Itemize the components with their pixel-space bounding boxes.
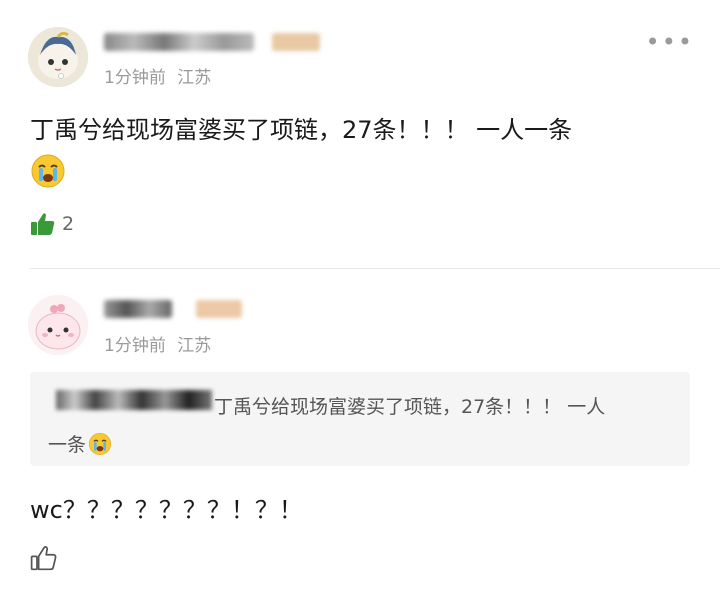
post-location: 江苏 — [177, 336, 212, 356]
thumbs-up-filled-icon — [31, 213, 55, 235]
post-text: wc？？？？？？？！？！ — [30, 496, 303, 524]
post-meta: 1分钟前 江苏 — [104, 63, 211, 88]
user-badge — [196, 300, 242, 318]
user-avatar[interactable] — [28, 27, 88, 87]
quoted-text-line-2: 一条 — [48, 430, 112, 457]
username-blurred[interactable] — [104, 33, 254, 51]
user-badge — [272, 33, 320, 51]
post-location: 江苏 — [177, 68, 212, 88]
like-button[interactable]: 2 — [30, 211, 74, 237]
thumbs-up-outline-icon — [30, 546, 57, 571]
like-count: 2 — [62, 213, 75, 235]
crying-emoji — [30, 153, 66, 193]
quoted-comment[interactable]: 丁禹兮给现场富婆买了项链，27条！！！ 一人 一条 — [30, 372, 690, 466]
post-time: 1分钟前 — [104, 336, 166, 356]
crying-emoji — [89, 432, 112, 455]
quoted-text-line-2-text: 一条 — [48, 434, 87, 456]
post-divider — [30, 268, 720, 269]
post-text: 丁禹兮给现场富婆买了项链，27条！！！ 一人一条 — [30, 116, 573, 144]
post-time: 1分钟前 — [104, 68, 166, 88]
user-avatar[interactable] — [28, 295, 88, 355]
comment-post-1: 1分钟前 江苏 ••• 丁禹兮给现场富婆买了项链，27条！！！ 一人一条 2 — [0, 0, 720, 268]
quoted-text-line-1: 丁禹兮给现场富婆买了项链，27条！！！ 一人 — [214, 396, 606, 418]
more-icon[interactable]: ••• — [646, 28, 694, 56]
like-button[interactable] — [30, 544, 58, 572]
quoted-author-blurred — [56, 390, 212, 410]
post-meta: 1分钟前 江苏 — [104, 331, 211, 356]
username-blurred[interactable] — [104, 300, 172, 318]
